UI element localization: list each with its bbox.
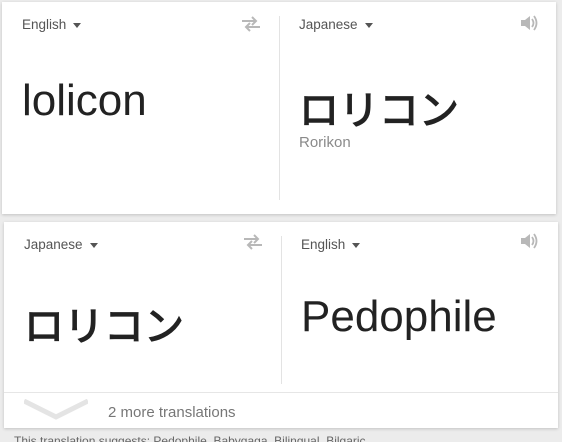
source-language-select[interactable]: English: [22, 17, 82, 32]
more-translations-row[interactable]: 2 more translations: [4, 392, 558, 429]
target-language-select[interactable]: Japanese: [299, 17, 373, 32]
chevron-down-icon: [73, 22, 82, 28]
speaker-icon[interactable]: [519, 14, 539, 37]
footer-caption: This translation suggests: Pedophile, Ba…: [14, 434, 366, 442]
chevron-down-icon: [364, 22, 373, 28]
source-pane: English lolicon: [2, 2, 279, 214]
source-text: ロリコン: [24, 304, 184, 350]
chevron-down-icon: [352, 242, 361, 248]
swap-icon[interactable]: [240, 16, 262, 37]
more-translations-link[interactable]: 2 more translations: [108, 404, 236, 421]
target-language-label: Japanese: [299, 17, 358, 32]
target-text: ロリコン: [299, 88, 459, 134]
swap-icon[interactable]: [242, 234, 264, 255]
romanization: Rorikon: [299, 134, 351, 151]
target-language-label: English: [301, 237, 346, 252]
chevron-down-icon: [89, 242, 98, 248]
source-text: lolicon: [22, 76, 147, 125]
translation-card-ja-en: Japanese ロリコン English Pedophile 2 more t…: [4, 222, 558, 428]
source-language-select[interactable]: Japanese: [24, 237, 98, 252]
target-text: Pedophile: [301, 292, 497, 341]
target-pane: Japanese ロリコン Rorikon: [279, 2, 556, 214]
expand-chevron-icon[interactable]: [22, 398, 90, 426]
source-language-label: Japanese: [24, 237, 83, 252]
translation-card-en-ja: English lolicon Japanese ロリコン Rorikon: [2, 2, 556, 214]
target-language-select[interactable]: English: [301, 237, 361, 252]
source-language-label: English: [22, 17, 67, 32]
speaker-icon[interactable]: [519, 232, 539, 255]
